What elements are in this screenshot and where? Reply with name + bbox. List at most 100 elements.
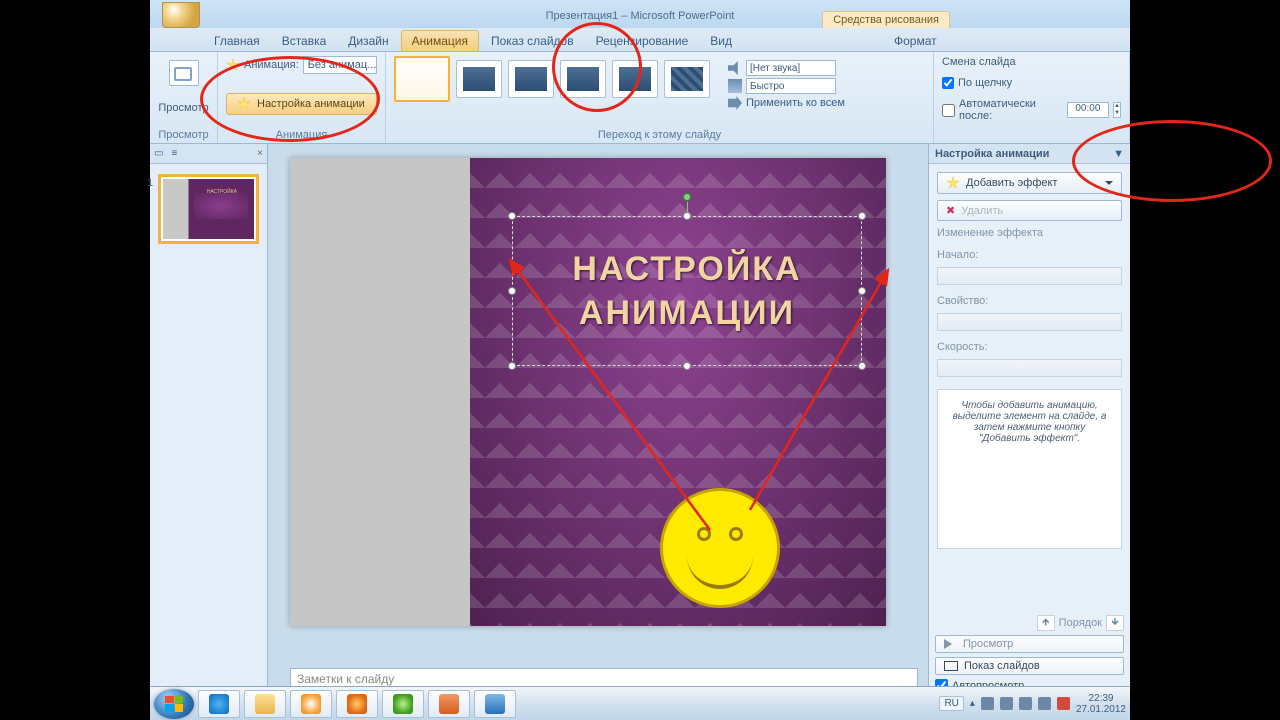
taskbar-word[interactable] [474,690,516,718]
volume-icon[interactable] [1038,697,1051,710]
apply-to-all[interactable]: Применить ко всем [728,96,845,110]
ribbon: Просмотр Просмотр Анимация: Без анимац..… [150,52,1130,144]
tab-insert[interactable]: Вставка [272,31,337,51]
resize-handle[interactable] [858,362,866,370]
start-combo[interactable] [937,267,1122,285]
contextual-tab-drawing[interactable]: Средства рисования [822,11,950,28]
windows-logo-icon [165,696,183,712]
title-placeholder[interactable]: НАСТРОЙКА АНИМАЦИИ [512,216,862,366]
taskbar-wmp[interactable] [290,690,332,718]
move-up-button[interactable]: 🡹 [1037,615,1055,631]
folder-icon [255,694,275,714]
transition-thumb[interactable] [612,60,658,98]
add-effect-button[interactable]: Добавить эффект [937,172,1122,194]
transition-thumb[interactable] [560,60,606,98]
sound-combo[interactable]: [Нет звука] [746,60,836,76]
taskbar-powerpoint[interactable] [428,690,470,718]
group-animation: Анимация: Без анимац... Настройка анимац… [218,52,386,143]
transition-thumb[interactable] [456,60,502,98]
close-panel-icon[interactable]: × [257,148,263,159]
start-button[interactable] [154,689,194,719]
change-effect-header: Изменение эффекта [937,227,1122,239]
tray-icon[interactable] [981,697,994,710]
animation-combo[interactable]: Без анимац... [303,56,377,74]
taskbar-utorrent[interactable] [382,690,424,718]
resize-handle[interactable] [508,287,516,295]
firefox-icon [347,694,367,714]
ie-icon [209,694,229,714]
tray-icon[interactable] [1000,697,1013,710]
on-click-check[interactable]: По щелчку [942,77,1121,89]
hint-text: Чтобы добавить анимацию, выделите элемен… [937,389,1122,549]
tray-icon[interactable] [1019,697,1032,710]
slide-number: 1 [147,177,153,189]
resize-handle[interactable] [858,287,866,295]
tab-review[interactable]: Рецензирование [586,31,699,51]
animation-label: Анимация: [244,59,299,71]
auto-after-checkbox[interactable] [942,104,955,117]
auto-after[interactable]: Автоматически после: 00:00 ▲▼ [942,98,1121,122]
word-icon [485,694,505,714]
taskpane-header[interactable]: Настройка анимации▼ [929,144,1130,164]
move-down-button[interactable]: 🡻 [1106,615,1124,631]
group-preview: Просмотр Просмотр [150,52,218,143]
slide-canvas[interactable]: НАСТРОЙКА АНИМАЦИИ [290,158,886,626]
speed-combo[interactable]: Быстро [746,78,836,94]
tab-home[interactable]: Главная [204,31,270,51]
resize-handle[interactable] [683,212,691,220]
speed-combo[interactable] [937,359,1122,377]
spin-up[interactable]: ▲ [1114,103,1120,110]
slideshow-button[interactable]: Показ слайдов [935,657,1124,675]
resize-handle[interactable] [683,362,691,370]
input-language[interactable]: RU [939,696,963,711]
title-text[interactable]: НАСТРОЙКА АНИМАЦИИ [523,227,851,355]
tray-arrow-icon[interactable]: ▴ [970,698,975,709]
smiley-annotation [660,488,780,608]
tab-slideshow[interactable]: Показ слайдов [481,31,584,51]
apply-icon [728,96,742,110]
office-button[interactable] [162,2,200,28]
transition-none[interactable] [394,56,450,102]
tab-animation[interactable]: Анимация [401,30,479,51]
tray-icon[interactable] [1057,697,1070,710]
spin-down[interactable]: ▼ [1114,110,1120,117]
auto-after-value[interactable]: 00:00 [1067,102,1109,118]
outline-tab-icon[interactable]: ≡ [171,148,177,159]
taskbar-explorer[interactable] [244,690,286,718]
transition-thumb[interactable] [664,60,710,98]
chevron-down-icon[interactable]: ▼ [1113,148,1124,160]
preview-button[interactable] [169,60,199,86]
resize-handle[interactable] [858,212,866,220]
on-click-checkbox[interactable] [942,77,954,89]
tab-view[interactable]: Вид [700,31,742,51]
powerpoint-icon [439,694,459,714]
property-combo[interactable] [937,313,1122,331]
title-bar: Презентация1 – Microsoft PowerPoint Сред… [150,0,1130,28]
clock[interactable]: 22:3927.01.2012 [1076,693,1126,715]
taskbar-ie[interactable] [198,690,240,718]
system-tray: RU ▴ 22:3927.01.2012 [939,693,1126,715]
group-animation-label: Анимация [226,129,377,141]
star-icon [237,97,251,111]
transition-thumb[interactable] [508,60,554,98]
utorrent-icon [393,694,413,714]
rotate-handle[interactable] [683,193,691,201]
wmp-icon [301,694,321,714]
resize-handle[interactable] [508,362,516,370]
remove-effect-button[interactable]: ✖ Удалить [937,200,1122,221]
tab-format[interactable]: Формат [884,31,947,51]
slide-thumbnail-1[interactable]: 1 НАСТРОЙКА АНИМАЦИИ [158,174,259,244]
tab-design[interactable]: Дизайн [338,31,398,51]
panel-tabs: ▭ ≡ × [150,144,267,164]
slide-editor[interactable]: НАСТРОЙКА АНИМАЦИИ Заметки к слайду [268,144,928,698]
preview-button[interactable]: Просмотр [935,635,1124,653]
custom-animation-button[interactable]: Настройка анимации [226,93,377,115]
resize-handle[interactable] [508,212,516,220]
reorder-row: 🡹 Порядок 🡻 [935,615,1124,631]
workspace: ▭ ≡ × 1 НАСТРОЙКА АНИМАЦИИ [150,144,1130,698]
transition-gallery[interactable]: [Нет звука] Быстро Применить ко всем [394,60,925,112]
title-text: Презентация1 – Microsoft PowerPoint [546,10,735,22]
play-icon [944,639,957,649]
slides-tab-icon[interactable]: ▭ [154,148,163,159]
taskbar-firefox[interactable] [336,690,378,718]
